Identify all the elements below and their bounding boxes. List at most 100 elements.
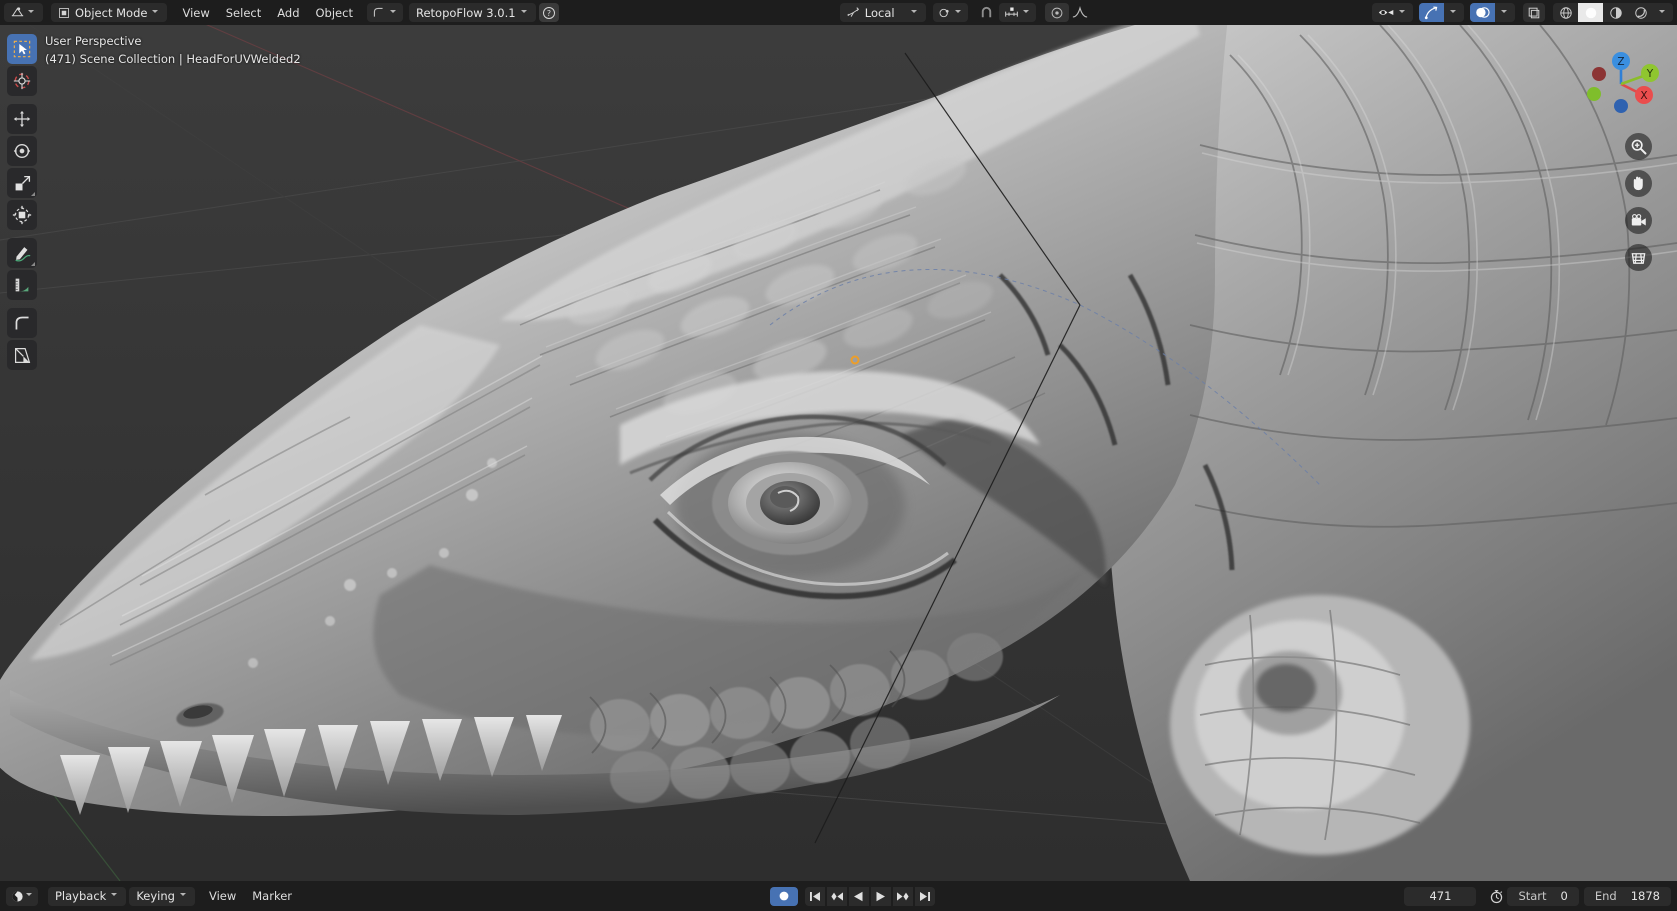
previous-keyframe-button[interactable] [826, 886, 847, 906]
jump-to-end-button[interactable] [914, 886, 935, 906]
transform-orientation-dropdown[interactable]: Local [839, 3, 926, 22]
interaction-mode-dropdown[interactable]: Object Mode [51, 3, 168, 22]
timeline-menu-playback[interactable]: Playback [48, 886, 127, 906]
camera-icon [1631, 213, 1646, 225]
auto-keying-toggle[interactable] [769, 886, 798, 906]
menu-add[interactable]: Add [269, 3, 307, 22]
tool-transform[interactable] [7, 200, 37, 230]
next-keyframe-icon [896, 891, 909, 901]
object-visibility-dropdown[interactable] [1372, 3, 1414, 22]
viewport-canvas[interactable] [0, 25, 1677, 881]
tool-cursor[interactable] [7, 66, 37, 96]
frame-start-label: Start [1518, 889, 1547, 903]
transform-icon [12, 205, 32, 225]
tool-move[interactable] [7, 104, 37, 134]
hand-pan-icon [1633, 176, 1643, 191]
chevron-down-icon [111, 892, 119, 900]
shading-settings-dropdown[interactable] [1653, 3, 1673, 22]
tool-annotate[interactable] [7, 238, 37, 268]
pan-view-button[interactable] [1625, 170, 1652, 197]
playback-label: Playback [55, 889, 107, 903]
tool-measure[interactable] [7, 270, 37, 300]
snap-settings-dropdown[interactable] [998, 3, 1036, 22]
play-reverse-button[interactable] [848, 886, 869, 906]
overlay-settings-dropdown[interactable] [1495, 3, 1515, 22]
question-mark-icon: ? [542, 6, 556, 20]
menu-view[interactable]: View [174, 3, 217, 22]
timeline-menu-marker[interactable]: Marker [244, 887, 300, 906]
measure-ruler-icon [15, 278, 29, 292]
chevron-down-icon [389, 9, 398, 17]
addon-icon-dropdown[interactable] [366, 3, 403, 22]
shading-material-button[interactable] [1603, 3, 1628, 22]
next-keyframe-button[interactable] [892, 886, 913, 906]
xray-toggle[interactable] [1523, 3, 1546, 22]
stopwatch-icon [1489, 889, 1504, 904]
gizmo-toggle[interactable] [1419, 3, 1445, 22]
svg-text:Z: Z [1617, 56, 1624, 68]
retopoflow-icon [372, 6, 385, 19]
menu-select[interactable]: Select [218, 3, 269, 22]
camera-view-button[interactable] [1625, 207, 1652, 234]
magnet-icon [979, 5, 994, 20]
use-preview-range-toggle[interactable] [1485, 887, 1507, 906]
tool-scale[interactable] [7, 168, 37, 198]
shading-rendered-button[interactable] [1628, 3, 1653, 22]
transport-controls [804, 886, 935, 906]
svg-text:Y: Y [1646, 68, 1654, 80]
proportional-editing-toggle[interactable] [1044, 3, 1069, 22]
rendered-shading-icon [1634, 6, 1648, 20]
menu-object[interactable]: Object [308, 3, 361, 22]
play-button[interactable] [870, 886, 891, 906]
timeline-editor-type-button[interactable] [6, 886, 38, 906]
shading-wireframe-button[interactable] [1553, 3, 1578, 22]
shading-mode-group [1553, 3, 1674, 22]
scale-icon [15, 175, 30, 190]
pivot-point-dropdown[interactable] [932, 3, 968, 22]
proportional-editing-icon [1050, 6, 1064, 20]
grid-ortho-icon [1631, 252, 1646, 264]
snap-magnet-toggle[interactable] [975, 3, 999, 22]
jump-to-start-button[interactable] [804, 886, 825, 906]
frame-start-field[interactable]: Start 0 [1507, 886, 1579, 906]
play-icon [876, 891, 886, 901]
tool-shear[interactable] [7, 340, 37, 370]
tool-expand-corner [31, 192, 35, 196]
jump-end-icon [919, 891, 930, 901]
orientation-label: Local [864, 5, 895, 20]
tool-add-primitive[interactable] [7, 308, 37, 338]
zoom-view-button[interactable] [1625, 133, 1652, 160]
editor-type-button[interactable] [4, 3, 43, 22]
tool-select-box[interactable] [7, 34, 37, 64]
select-box-icon [13, 40, 31, 58]
3d-viewport[interactable]: User Perspective (471) Scene Collection … [0, 25, 1677, 881]
chevron-down-icon [179, 892, 188, 900]
timeline-menu-keying[interactable]: Keying [129, 886, 195, 906]
axis-neg-x-ball [1592, 67, 1606, 81]
retopoflow-label: RetopoFlow 3.0.1 [415, 5, 516, 20]
retopoflow-menu[interactable]: RetopoFlow 3.0.1 [408, 3, 536, 22]
viewport-toolbar [7, 34, 37, 370]
proportional-falloff-dropdown[interactable] [1069, 3, 1091, 22]
tool-rotate[interactable] [7, 136, 37, 166]
overlay-controls [1470, 3, 1516, 22]
chevron-down-icon [1501, 9, 1509, 17]
frame-end-field[interactable]: End 1878 [1583, 886, 1672, 906]
toggle-orthographic-button[interactable] [1625, 244, 1652, 271]
axis-neg-y-ball [1587, 87, 1601, 101]
gizmo-controls [1419, 3, 1465, 22]
show-hide-icon [1378, 6, 1395, 19]
retopoflow-help-button[interactable]: ? [538, 3, 559, 22]
annotate-pencil-icon [15, 247, 31, 262]
navigation-axis-gizmo[interactable]: Z Y X [1579, 42, 1663, 126]
current-frame-field[interactable]: 471 [1404, 886, 1477, 906]
overlays-toggle[interactable] [1470, 3, 1496, 22]
3d-cursor-icon [13, 72, 31, 90]
chevron-down-icon [910, 9, 919, 17]
add-primitive-icon [15, 316, 29, 330]
gizmo-settings-dropdown[interactable] [1444, 3, 1464, 22]
timeline-menu-view[interactable]: View [201, 887, 244, 906]
shading-solid-button[interactable] [1578, 3, 1604, 22]
chevron-down-icon [1659, 9, 1667, 17]
editor-type-3d-viewport-icon [11, 6, 24, 19]
